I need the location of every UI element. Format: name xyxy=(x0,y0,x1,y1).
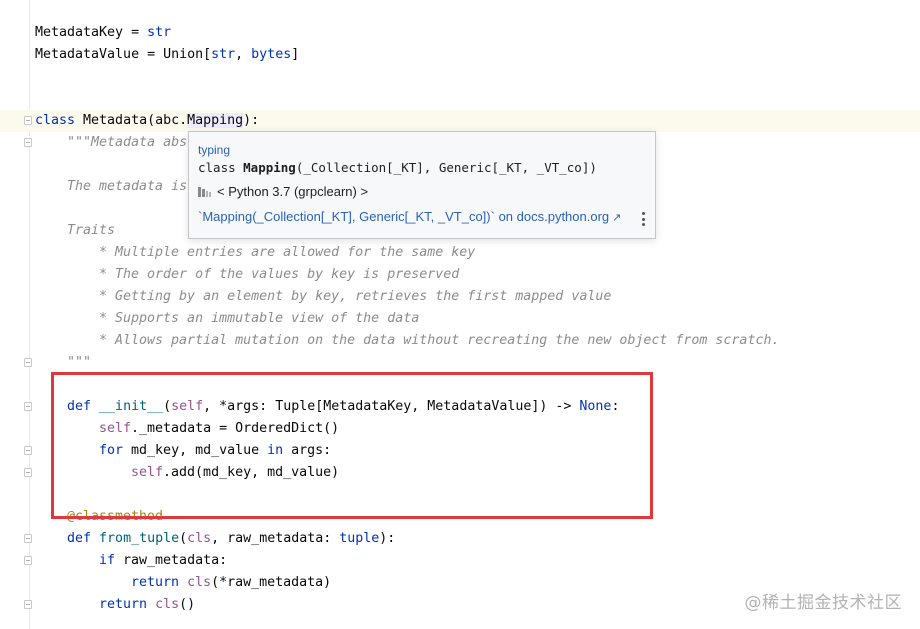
docstring-line: * Supports an immutable view of the data xyxy=(99,311,420,326)
docstring-line: * The order of the values by key is pres… xyxy=(99,267,460,282)
docs-link[interactable]: `Mapping(_Collection[_KT], Generic[_KT, … xyxy=(198,209,621,224)
popup-signature: class Mapping(_Collection[_KT], Generic[… xyxy=(198,160,597,175)
code-line-2: MetadataValue = Union[str, bytes] xyxy=(35,47,300,62)
quick-documentation-popup[interactable]: typing class Mapping(_Collection[_KT], G… xyxy=(188,131,656,239)
docstring-line: * Allows partial mutation on the data wi… xyxy=(99,333,780,348)
docstring-line: * Multiple entries are allowed for the s… xyxy=(99,245,476,260)
popup-sdk-info: < Python 3.7 (grpclearn) > xyxy=(198,184,368,199)
code-editor[interactable]: MetadataKey = str MetadataValue = Union[… xyxy=(0,0,920,629)
docstring-line: The metadata is xyxy=(67,179,188,194)
fold-marker-icon[interactable] xyxy=(24,446,32,455)
fold-marker-icon[interactable] xyxy=(24,468,32,477)
library-icon xyxy=(198,186,211,197)
fold-marker-icon[interactable] xyxy=(24,402,32,411)
fold-marker-icon[interactable] xyxy=(24,534,32,543)
code-line: return cls() xyxy=(99,597,196,612)
external-link-icon: ↗ xyxy=(612,212,622,224)
fold-marker-icon[interactable] xyxy=(24,358,32,367)
code-line: self.add(md_key, md_value) xyxy=(131,465,340,480)
code-line: self._metadata = OrderedDict() xyxy=(99,421,340,436)
fold-marker-icon[interactable] xyxy=(24,138,32,147)
fold-marker-icon[interactable] xyxy=(24,556,32,565)
code-line: for md_key, md_value in args: xyxy=(99,443,332,458)
more-options-icon[interactable] xyxy=(642,212,646,226)
code-line-class-metadata: class Metadata(abc.Mapping): xyxy=(0,110,920,132)
code-line-def-init: def __init__(self, *args: Tuple[Metadata… xyxy=(67,399,620,414)
fold-marker-icon[interactable] xyxy=(24,116,32,125)
sdk-label: < Python 3.7 (grpclearn) > xyxy=(217,184,369,199)
popup-module-name[interactable]: typing xyxy=(198,143,230,157)
decorator-line: @classmethod xyxy=(67,509,164,524)
docstring-line: """Metadata abs xyxy=(67,135,188,150)
watermark: @稀土掘金技术社区 xyxy=(744,593,902,613)
code-line: return cls(*raw_metadata) xyxy=(131,575,332,590)
code-line-def-from-tuple: def from_tuple(cls, raw_metadata: tuple)… xyxy=(67,531,396,546)
docstring-line: * Getting by an element by key, retrieve… xyxy=(99,289,612,304)
fold-marker-icon[interactable] xyxy=(24,600,32,609)
mapping-reference[interactable]: Mapping xyxy=(187,113,244,128)
code-line-1: MetadataKey = str xyxy=(35,25,172,40)
docstring-line: Traits xyxy=(67,223,116,238)
code-line: if raw_metadata: xyxy=(99,553,228,568)
docstring-line: """ xyxy=(67,355,92,370)
